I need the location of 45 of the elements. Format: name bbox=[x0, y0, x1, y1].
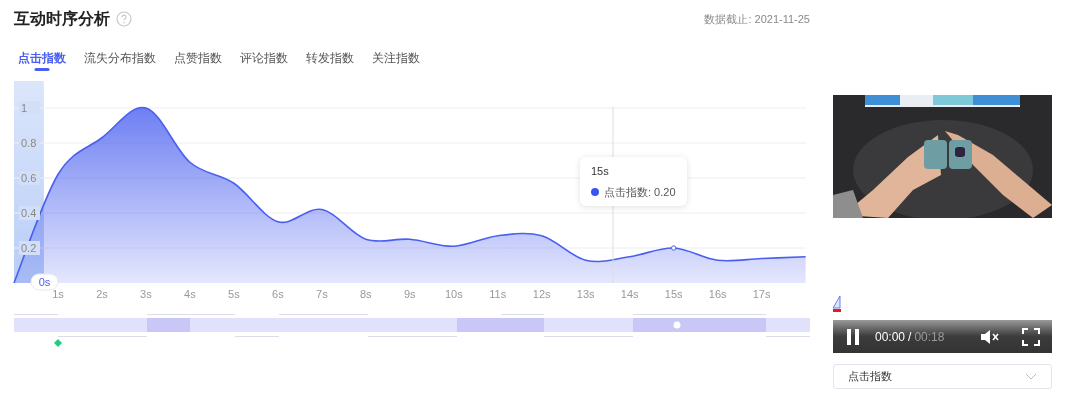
chevron-down-icon bbox=[1025, 373, 1037, 380]
index-dropdown[interactable]: 点击指数 bbox=[833, 364, 1052, 389]
current-time: 00:00 bbox=[875, 328, 906, 346]
index-tab[interactable]: 关注指数 bbox=[372, 45, 420, 71]
index-tab[interactable]: 评论指数 bbox=[240, 45, 288, 71]
x-axis-label: 7s bbox=[316, 288, 328, 300]
x-axis-label: 12s bbox=[532, 288, 551, 300]
index-tab[interactable]: 点赞指数 bbox=[174, 45, 222, 71]
x-axis-label: 11s bbox=[489, 288, 507, 300]
index-tab[interactable]: 点击指数 bbox=[18, 45, 66, 71]
triangle-icon bbox=[833, 294, 841, 312]
time-badge[interactable]: 0s bbox=[30, 273, 59, 291]
y-axis-label: 0.8 bbox=[21, 137, 37, 149]
x-axis-label: 15s bbox=[664, 288, 683, 300]
x-axis-label: 1s bbox=[52, 288, 64, 300]
x-axis-label: 5s bbox=[228, 288, 240, 300]
x-axis-label: 8s bbox=[360, 288, 372, 300]
y-axis-label: 0.2 bbox=[21, 242, 37, 254]
pause-icon[interactable] bbox=[845, 327, 861, 346]
x-axis-label: 4s bbox=[184, 288, 196, 300]
data-date-note: 数据截止: 2021-11-25 bbox=[704, 11, 810, 27]
x-axis-label: 2s bbox=[96, 288, 108, 300]
x-axis-label: 10s bbox=[444, 288, 463, 300]
x-axis-label: 13s bbox=[576, 288, 595, 300]
mute-icon[interactable] bbox=[980, 328, 1000, 345]
tooltip-value: 点击指数: 0.20 bbox=[604, 184, 676, 200]
index-tab[interactable]: 流失分布指数 bbox=[84, 45, 156, 71]
hover-point bbox=[670, 245, 677, 251]
diamond-marker-icon bbox=[54, 339, 62, 347]
tab-underline bbox=[34, 68, 50, 71]
x-axis-label: 14s bbox=[620, 288, 639, 300]
section-title: 互动时序分析 bbox=[14, 9, 110, 29]
index-tab[interactable]: 转发指数 bbox=[306, 45, 354, 71]
time-separator: / bbox=[908, 328, 912, 346]
y-axis-label: 1 bbox=[21, 102, 28, 114]
y-axis-label: 0.6 bbox=[21, 172, 37, 184]
y-axis-label: 0.4 bbox=[21, 207, 37, 219]
duration-time: 00:18 bbox=[914, 328, 945, 346]
tooltip-title: 15s bbox=[591, 164, 610, 179]
x-axis-label: 9s bbox=[404, 288, 416, 300]
x-axis-label: 6s bbox=[272, 288, 284, 300]
fullscreen-icon[interactable] bbox=[1022, 327, 1040, 346]
x-axis-label: 3s bbox=[140, 288, 152, 300]
x-axis-label: 17s bbox=[752, 288, 771, 300]
x-axis-label: 16s bbox=[708, 288, 727, 300]
